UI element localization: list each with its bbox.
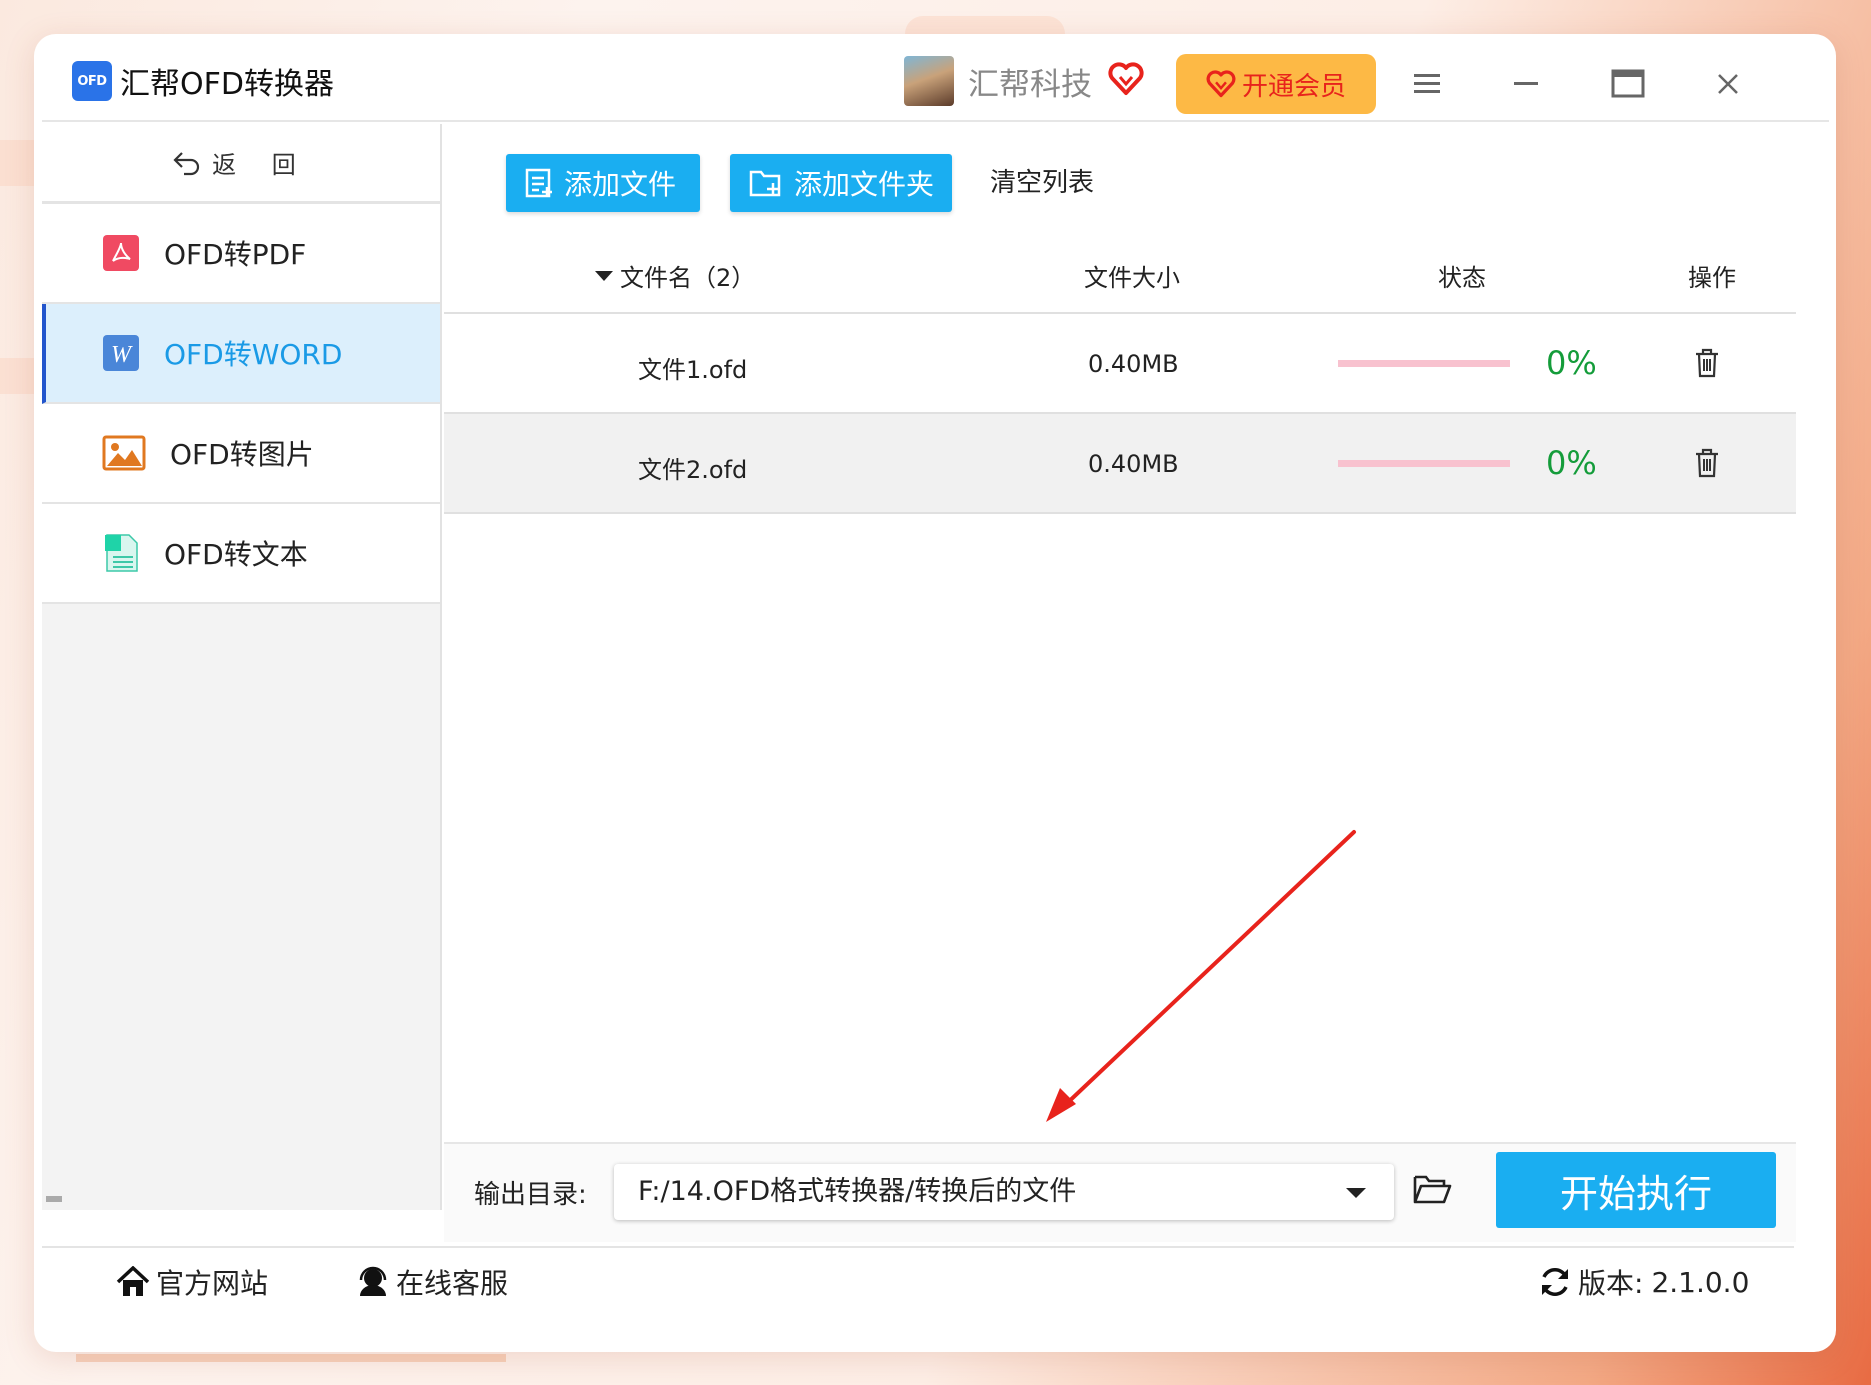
word-icon: W: [102, 334, 140, 372]
sidebar-item-label: OFD转文本: [164, 538, 308, 571]
pdf-icon: [102, 234, 140, 272]
output-dir-value: F:/14.OFD格式转换器/转换后的文件: [638, 1176, 1077, 1207]
back-button[interactable]: 返 回: [42, 124, 440, 204]
file-name: 文件2.ofd: [638, 456, 748, 484]
add-file-icon: [525, 168, 552, 198]
back-label: 返 回: [212, 151, 310, 179]
table-header: 文件名（2） 文件大小 状态 操作: [444, 234, 1796, 314]
support-icon: [359, 1266, 387, 1296]
output-dir-select[interactable]: F:/14.OFD格式转换器/转换后的文件: [614, 1164, 1394, 1220]
vip-button-label: 开通会员: [1241, 71, 1346, 102]
add-folder-icon: [749, 170, 781, 197]
image-icon: [102, 434, 146, 472]
version-label: 版本:: [1578, 1267, 1644, 1300]
online-support-link[interactable]: 在线客服: [356, 1262, 508, 1302]
file-name: 文件1.ofd: [638, 356, 748, 384]
sidebar-item-ofd-to-word[interactable]: W OFD转WORD: [42, 304, 440, 404]
column-header-size: 文件大小: [1084, 264, 1180, 292]
user-info[interactable]: 汇帮科技: [904, 56, 1144, 106]
add-folder-label: 添加文件夹: [794, 168, 935, 201]
column-header-status: 状态: [1438, 264, 1486, 292]
status-bar: 官方网站 在线客服 版本: 2.1.0.0: [42, 1246, 1794, 1316]
start-button[interactable]: 开始执行: [1496, 1152, 1776, 1228]
vip-button[interactable]: 开通会员: [1176, 54, 1376, 114]
delete-icon[interactable]: [1694, 448, 1720, 484]
home-icon: [116, 1266, 150, 1296]
menu-icon[interactable]: [1408, 64, 1448, 104]
add-file-label: 添加文件: [564, 168, 677, 201]
file-size: 0.40MB: [1088, 350, 1179, 378]
vip-heart-icon: [1108, 62, 1144, 100]
sidebar-item-label: OFD转PDF: [164, 238, 307, 271]
user-name[interactable]: 汇帮科技: [968, 59, 1092, 104]
table-row[interactable]: 文件1.ofd 0.40MB 0%: [444, 314, 1796, 414]
add-file-button[interactable]: 添加文件: [506, 154, 700, 212]
progress-text: 0%: [1546, 444, 1597, 482]
delete-icon[interactable]: [1694, 348, 1720, 384]
output-dir-label: 输出目录:: [474, 1180, 587, 1210]
sidebar-item-ofd-to-text[interactable]: OFD转文本: [42, 504, 440, 604]
column-header-label: 文件名（2）: [620, 264, 756, 292]
table-row[interactable]: 文件2.ofd 0.40MB 0%: [444, 414, 1796, 514]
file-size: 0.40MB: [1088, 450, 1179, 478]
refresh-icon: [1542, 1268, 1568, 1296]
official-website-label: 官方网站: [156, 1267, 269, 1300]
svg-text:W: W: [111, 342, 133, 368]
app-title: 汇帮OFD转换器: [120, 67, 334, 102]
sidebar-item-ofd-to-image[interactable]: OFD转图片: [42, 404, 440, 504]
close-icon[interactable]: [1708, 64, 1748, 104]
sidebar-item-label: OFD转WORD: [164, 338, 343, 371]
add-folder-button[interactable]: 添加文件夹: [730, 154, 952, 212]
maximize-icon[interactable]: [1608, 64, 1648, 104]
progress-bar: [1338, 460, 1510, 467]
clear-list-button[interactable]: 清空列表: [990, 154, 1094, 212]
version-info[interactable]: 版本: 2.1.0.0: [1538, 1262, 1749, 1302]
main-panel: 添加文件 添加文件夹 清空列表 文件名（2） 文件大小 状态 操作 文件1.of…: [444, 124, 1796, 1242]
folder-open-icon[interactable]: [1412, 1172, 1452, 1210]
app-logo-icon: OFD: [72, 61, 112, 101]
text-file-icon: [102, 534, 140, 572]
progress-text: 0%: [1546, 344, 1597, 382]
sidebar-scrollbar[interactable]: [46, 1196, 62, 1202]
column-header-action: 操作: [1688, 264, 1736, 292]
chevron-down-icon[interactable]: [1346, 1188, 1366, 1198]
avatar[interactable]: [904, 56, 954, 106]
progress-bar: [1338, 360, 1510, 367]
back-arrow-icon: [173, 151, 200, 175]
minimize-icon[interactable]: [1508, 64, 1548, 104]
sidebar-item-label: OFD转图片: [170, 438, 314, 471]
online-support-label: 在线客服: [396, 1267, 509, 1300]
column-header-filename[interactable]: 文件名（2）: [594, 258, 755, 293]
sidebar: 返 回 OFD转PDF W OFD转WORD OFD转图片 OFD转文本: [42, 124, 442, 1210]
official-website-link[interactable]: 官方网站: [116, 1262, 268, 1302]
title-bar: OFD 汇帮OFD转换器 汇帮科技 开通会员: [42, 42, 1829, 122]
output-bar: 输出目录: F:/14.OFD格式转换器/转换后的文件 开始执行: [444, 1142, 1796, 1242]
vip-icon: [1206, 70, 1236, 98]
sidebar-item-ofd-to-pdf[interactable]: OFD转PDF: [42, 204, 440, 304]
version-value: 2.1.0.0: [1651, 1265, 1750, 1299]
sort-down-icon: [595, 270, 613, 281]
